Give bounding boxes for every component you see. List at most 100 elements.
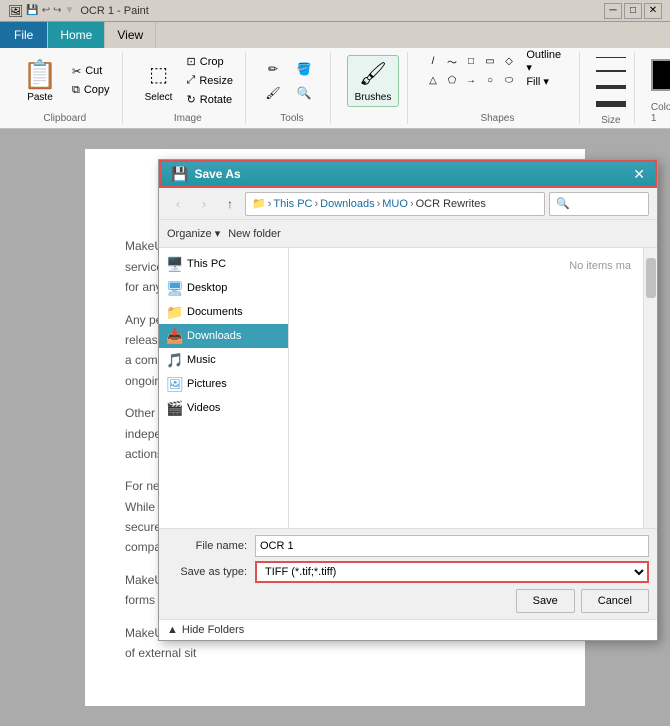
shape-curve[interactable]: 〜 (443, 52, 461, 70)
dialog-titlebar: 💾 Save As ✕ (159, 160, 657, 188)
minimize-btn[interactable]: ─ (604, 3, 622, 19)
hide-folders-row[interactable]: ▲ Hide Folders (159, 619, 657, 640)
color-swatch[interactable] (651, 59, 670, 91)
brush-tool-button[interactable]: 🖌 (262, 82, 284, 104)
up-button[interactable]: ↑ (219, 193, 241, 215)
crop-icon: ⊡ (187, 55, 196, 68)
cut-button[interactable]: ✂ Cut (68, 62, 114, 80)
shape-arrow[interactable]: → (462, 71, 480, 89)
paint-body: Disclaimer & Privacy Policy MakeUseOf.cc… (0, 129, 670, 726)
filename-row: File name: (167, 535, 649, 557)
pictures-icon: 🖼 (167, 376, 183, 392)
copy-button[interactable]: ⧉ Copy (68, 81, 114, 99)
shape-diamond[interactable]: ◇ (500, 52, 518, 70)
size-2[interactable] (596, 65, 626, 77)
downloads-icon: 📥 (167, 328, 183, 344)
folder-desktop[interactable]: 🖥 Desktop (159, 276, 288, 300)
size-4[interactable] (596, 97, 626, 111)
breadcrumb-muo[interactable]: MUO (382, 198, 408, 210)
ribbon-tabs: File Home View (0, 22, 670, 48)
new-folder-button[interactable]: New folder (228, 228, 281, 240)
color-group: Color 1 (643, 52, 670, 124)
folder-videos[interactable]: 🎬 Videos (159, 396, 288, 420)
file-list-empty-text: No items ma (565, 256, 635, 276)
shape-rect[interactable]: □ (462, 52, 480, 70)
title-icons: 🖼 💾 ↩ ↪ ▼ (8, 4, 74, 18)
breadcrumb-ocr-rewrites[interactable]: OCR Rewrites (416, 198, 486, 210)
shape-rect2[interactable]: ▭ (481, 52, 499, 70)
filetype-select[interactable]: TIFF (*.tif;*.tiff) (255, 561, 649, 583)
documents-icon: 📁 (167, 304, 183, 320)
fill-button[interactable]: 🪣 (293, 58, 315, 80)
shape-line[interactable]: / (424, 52, 442, 70)
shapes-group: / 〜 □ ▭ ◇ △ ⬠ → ○ ⬭ Outline ▾ (416, 52, 580, 124)
paste-button[interactable]: 📋 Paste (16, 55, 64, 107)
back-button[interactable]: ‹ (167, 193, 189, 215)
maximize-btn[interactable]: □ (624, 3, 642, 19)
resize-icon: ⤢ (187, 74, 196, 87)
search-icon: 🔍 (556, 197, 570, 210)
dialog-organize-toolbar: Organize ▾ New folder (159, 220, 657, 248)
tab-file[interactable]: File (0, 22, 48, 48)
scrollbar[interactable] (643, 248, 657, 528)
folder-documents[interactable]: 📁 Documents (159, 300, 288, 324)
filename-label: File name: (167, 540, 247, 552)
fill-shape-button[interactable]: Fill ▾ (522, 72, 571, 90)
this-pc-icon: 🖥️ (167, 256, 183, 272)
file-list: No items ma (289, 248, 643, 528)
dialog-buttons: Save Cancel (167, 589, 649, 613)
folder-downloads[interactable]: 📥 Downloads (159, 324, 288, 348)
tab-home[interactable]: Home (48, 22, 105, 48)
crop-button[interactable]: ⊡ Crop (183, 53, 237, 71)
tab-view[interactable]: View (105, 22, 156, 48)
size-3[interactable] (596, 80, 626, 94)
cut-icon: ✂ (72, 65, 81, 78)
image-group: ⬚ Select ⊡ Crop ⤢ Resize ↻ (131, 52, 246, 124)
filename-input[interactable] (255, 535, 649, 557)
rotate-icon: ↻ (187, 93, 196, 106)
folder-this-pc[interactable]: 🖥️ This PC (159, 252, 288, 276)
folder-pictures[interactable]: 🖼 Pictures (159, 372, 288, 396)
shape-oval[interactable]: ⬭ (500, 71, 518, 89)
dialog-title-text: Save As (194, 167, 627, 181)
main-container: File Home View 📋 Paste (0, 22, 670, 726)
shape-circle[interactable]: ○ (481, 71, 499, 89)
magnify-button[interactable]: 🔍 (293, 82, 315, 104)
dialog-body: 🖥️ This PC 🖥 Desktop 📁 Documents 📥 Downl… (159, 248, 657, 528)
breadcrumb-downloads[interactable]: Downloads (320, 198, 374, 210)
outline-button[interactable]: Outline ▾ (522, 52, 571, 70)
rotate-button[interactable]: ↻ Rotate (183, 91, 237, 109)
hide-folders-label: Hide Folders (182, 624, 244, 636)
dialog-nav-toolbar: ‹ › ↑ 📁 › This PC › Downloads › MUO › OC… (159, 188, 657, 220)
brushes-button[interactable]: 🖌 Brushes (347, 55, 399, 107)
tools-group: ✏ 🪣 🖌 🔍 Tools (254, 52, 331, 124)
breadcrumb-bar[interactable]: 📁 › This PC › Downloads › MUO › OCR Rewr… (245, 192, 545, 216)
desktop-icon: 🖥 (167, 280, 183, 296)
dialog-footer: File name: Save as type: TIFF (*.tif;*.t… (159, 528, 657, 619)
scrollbar-thumb[interactable] (646, 258, 656, 298)
select-button[interactable]: ⬚ Select (139, 55, 179, 107)
cancel-button[interactable]: Cancel (581, 589, 649, 613)
size-group: Size (588, 52, 635, 124)
filetype-label: Save as type: (167, 566, 247, 578)
shape-pentagon[interactable]: ⬠ (443, 71, 461, 89)
title-bar: 🖼 💾 ↩ ↪ ▼ OCR 1 - Paint ─ □ ✕ (0, 0, 670, 22)
save-button[interactable]: Save (516, 589, 575, 613)
filetype-row: Save as type: TIFF (*.tif;*.tiff) (167, 561, 649, 583)
folder-tree: 🖥️ This PC 🖥 Desktop 📁 Documents 📥 Downl… (159, 248, 289, 528)
clipboard-group: 📋 Paste ✂ Cut ⧉ Copy (8, 52, 123, 124)
breadcrumb-this-pc[interactable]: This PC (273, 198, 312, 210)
resize-button[interactable]: ⤢ Resize (183, 72, 237, 90)
organize-button[interactable]: Organize ▾ (167, 227, 220, 240)
copy-icon: ⧉ (72, 84, 80, 97)
close-btn[interactable]: ✕ (644, 3, 662, 19)
videos-icon: 🎬 (167, 400, 183, 416)
pencil-button[interactable]: ✏ (262, 58, 284, 80)
dialog-close-button[interactable]: ✕ (633, 166, 645, 183)
shape-triangle[interactable]: △ (424, 71, 442, 89)
folder-music[interactable]: 🎵 Music (159, 348, 288, 372)
size-1[interactable] (596, 52, 626, 62)
window-title: OCR 1 - Paint (80, 5, 604, 17)
forward-button[interactable]: › (193, 193, 215, 215)
search-bar[interactable]: 🔍 (549, 192, 649, 216)
